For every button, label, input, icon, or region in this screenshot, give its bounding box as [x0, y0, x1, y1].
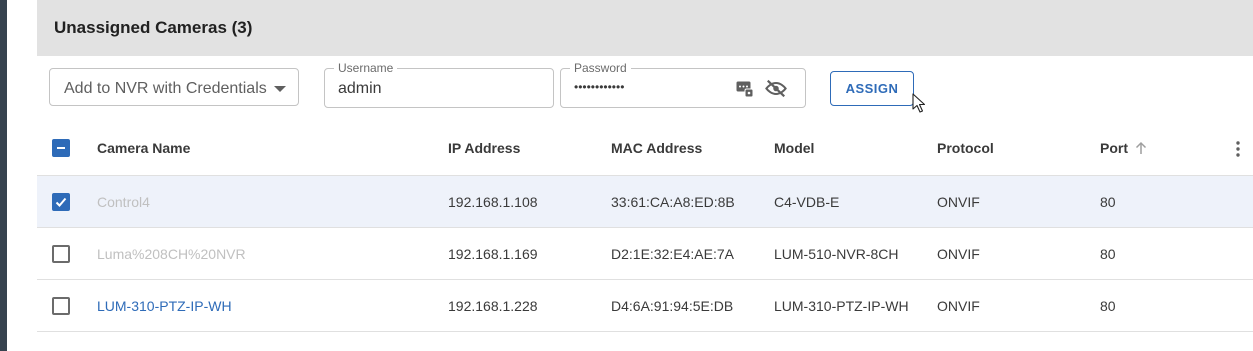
table-row[interactable]: LUM-310-PTZ-IP-WH 192.168.1.228 D4:6A:91… — [37, 280, 1253, 332]
camera-name: Control4 — [97, 194, 150, 210]
password-field[interactable]: Password •••••••••••• — [560, 61, 806, 108]
protocol: ONVIF — [937, 194, 980, 210]
port: 80 — [1100, 194, 1116, 210]
ip-address: 192.168.1.228 — [448, 298, 538, 314]
username-field[interactable]: Username — [324, 61, 554, 108]
row-checkbox[interactable] — [52, 245, 70, 263]
row-checkbox[interactable] — [52, 297, 70, 315]
protocol: ONVIF — [937, 298, 980, 314]
model: LUM-510-NVR-8CH — [774, 246, 899, 262]
nvr-credentials-select[interactable]: Add to NVR with Credentials — [49, 68, 299, 106]
more-vert-icon[interactable] — [1235, 140, 1241, 158]
column-header-ip-address[interactable]: IP Address — [448, 140, 520, 156]
camera-name-link[interactable]: LUM-310-PTZ-IP-WH — [97, 298, 232, 314]
unassigned-cameras-panel: Unassigned Cameras (3) Add to NVR with C… — [37, 0, 1253, 351]
nvr-select-label: Add to NVR with Credentials — [64, 80, 267, 97]
column-header-camera-name[interactable]: Camera Name — [97, 140, 190, 156]
ip-address: 192.168.1.169 — [448, 246, 538, 262]
password-key-icon[interactable] — [736, 80, 753, 97]
panel-header: Unassigned Cameras (3) — [37, 0, 1253, 56]
panel-title: Unassigned Cameras (3) — [54, 18, 253, 37]
left-rail — [0, 0, 7, 351]
chevron-down-icon — [274, 86, 286, 92]
row-checkbox[interactable] — [52, 193, 70, 211]
protocol: ONVIF — [937, 246, 980, 262]
camera-name: Luma%208CH%20NVR — [97, 246, 246, 262]
table-header: Camera Name IP Address MAC Address Model… — [37, 124, 1253, 176]
table-row[interactable]: Control4 192.168.1.108 33:61:CA:A8:ED:8B… — [37, 176, 1253, 228]
column-header-mac-address[interactable]: MAC Address — [611, 140, 702, 156]
visibility-off-icon[interactable] — [765, 79, 787, 98]
table-row[interactable]: Luma%208CH%20NVR 192.168.1.169 D2:1E:32:… — [37, 228, 1253, 280]
password-label: Password — [570, 61, 631, 75]
mac-address: D2:1E:32:E4:AE:7A — [611, 246, 734, 262]
select-all-checkbox[interactable] — [52, 139, 70, 157]
assign-button[interactable]: ASSIGN — [830, 71, 914, 106]
model: C4-VDB-E — [774, 194, 840, 210]
arrow-up-icon[interactable] — [1135, 141, 1147, 155]
port: 80 — [1100, 298, 1116, 314]
ip-address: 192.168.1.108 — [448, 194, 538, 210]
model: LUM-310-PTZ-IP-WH — [774, 298, 909, 314]
mouse-cursor-icon — [912, 93, 926, 113]
column-header-port[interactable]: Port — [1100, 140, 1128, 156]
column-header-model[interactable]: Model — [774, 140, 814, 156]
username-label: Username — [334, 61, 398, 75]
port: 80 — [1100, 246, 1116, 262]
password-input[interactable]: •••••••••••• — [574, 80, 624, 94]
username-input[interactable] — [338, 79, 538, 99]
mac-address: D4:6A:91:94:5E:DB — [611, 298, 734, 314]
mac-address: 33:61:CA:A8:ED:8B — [611, 194, 735, 210]
column-header-protocol[interactable]: Protocol — [937, 140, 994, 156]
